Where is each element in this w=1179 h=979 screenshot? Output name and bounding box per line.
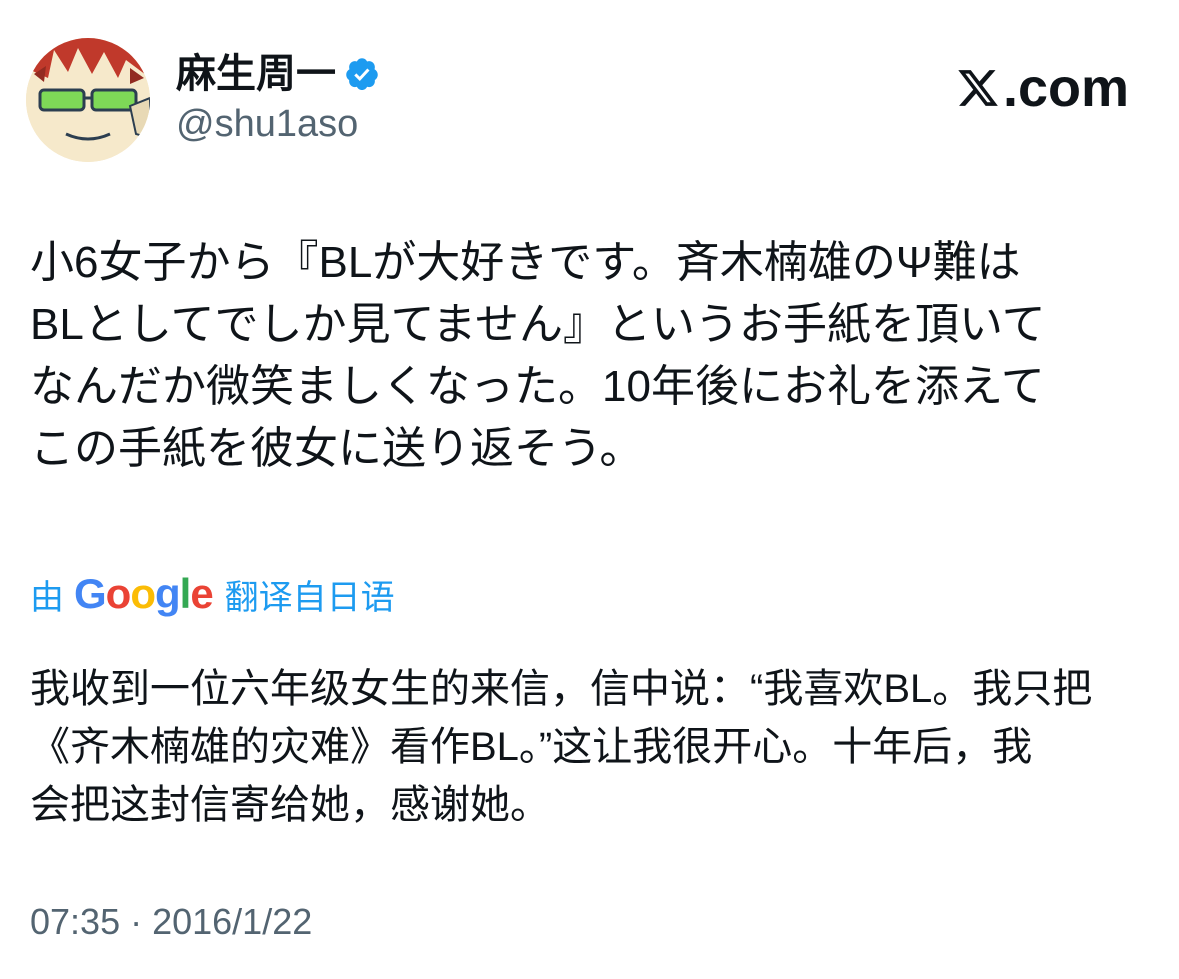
author-name-row[interactable]: 麻生周一: [176, 50, 380, 98]
x-logo-icon: [958, 70, 998, 106]
translation-source-label[interactable]: 翻译自日语: [225, 570, 395, 619]
author-handle[interactable]: @shu1aso: [176, 101, 358, 147]
google-logo: Google: [74, 570, 214, 617]
avatar-image: [26, 38, 150, 162]
tweet-timestamp[interactable]: 07:35 · 2016/1/22: [30, 900, 312, 944]
x-logo-text: .com: [1002, 58, 1129, 118]
x-com-logo: .com: [955, 58, 1129, 118]
translated-text: 我收到一位六年级女生的来信，信中说：“我喜欢BL。我只把 《齐木楠雄的灾难》看作…: [30, 667, 1093, 827]
translation-prefix: 由: [30, 578, 64, 617]
avatar[interactable]: [26, 38, 150, 162]
author-name[interactable]: 麻生周一: [176, 50, 336, 98]
verified-badge-icon: [346, 58, 378, 90]
tweet-text: 小6女子から『BLが大好きです。斉木楠雄のΨ難は BLとしてでしか見てません』と…: [30, 238, 1046, 473]
translation-attribution[interactable]: 由 Google 翻译自日语: [30, 566, 395, 622]
